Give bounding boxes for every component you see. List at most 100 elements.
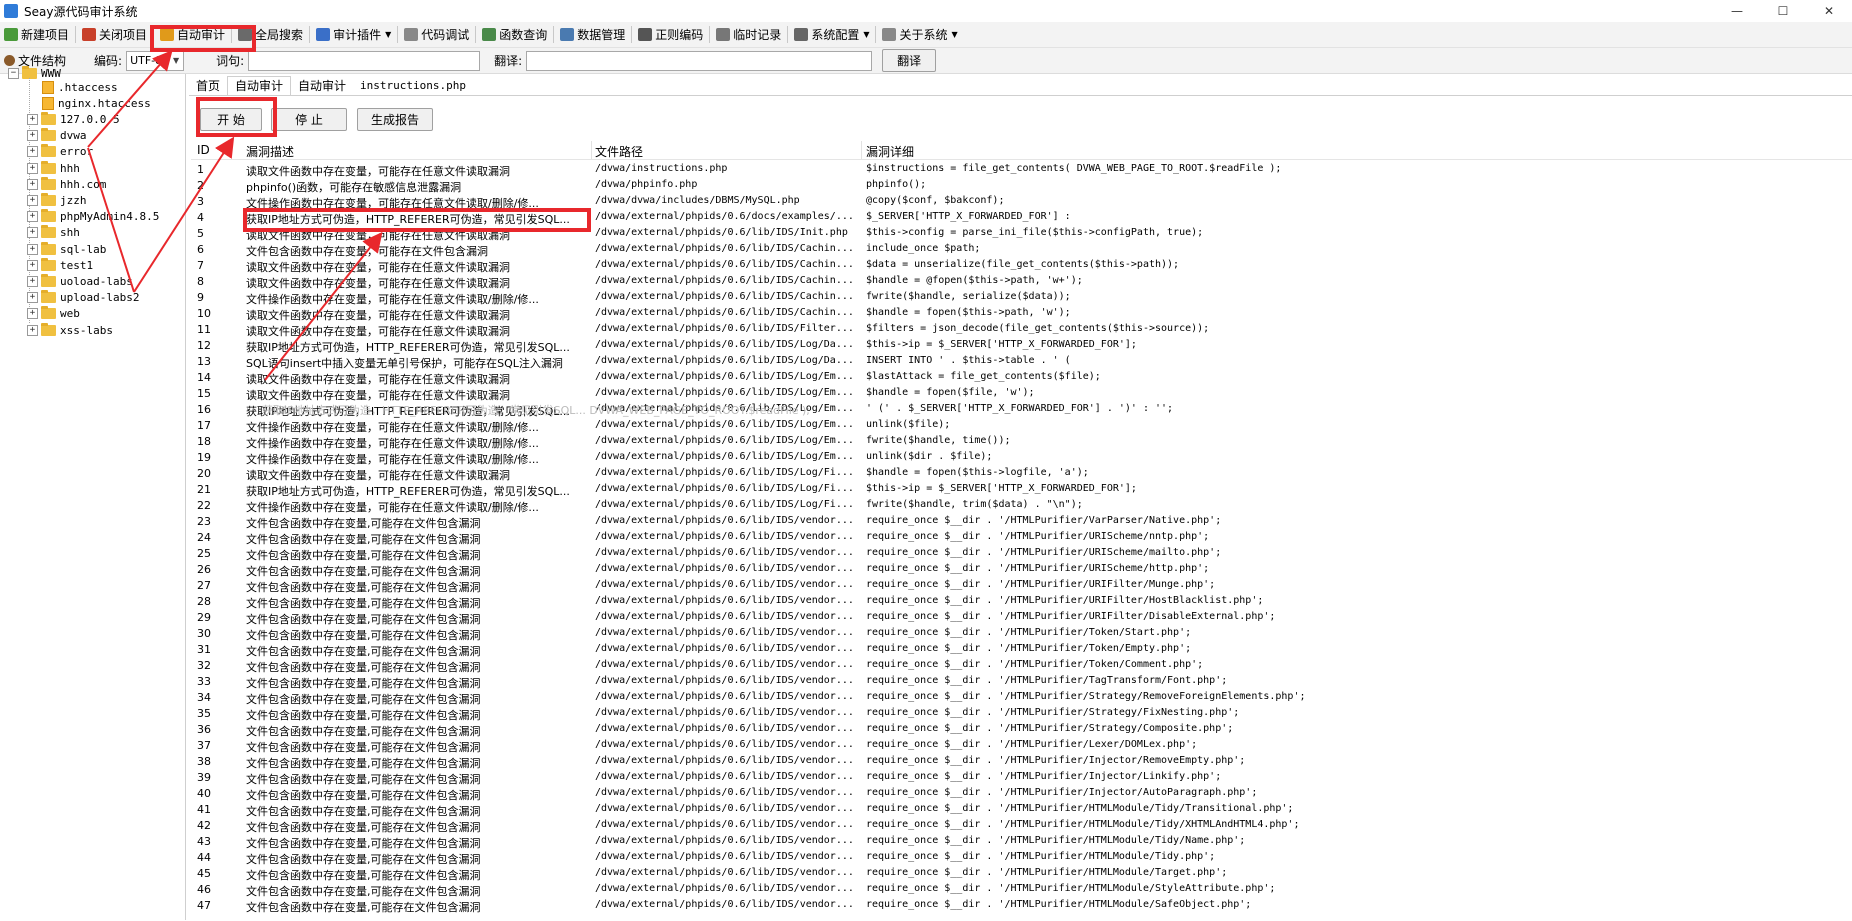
toolbar-item-9[interactable]: 临时记录 [712, 23, 785, 46]
table-row[interactable]: 14 读取文件函数中存在变量，可能存在任意文件读取漏洞/dvwa/external… [191, 370, 1852, 386]
table-row[interactable]: 43 文件包含函数中存在变量,可能存在文件包含漏洞/dvwa/external/p… [191, 834, 1852, 850]
table-row[interactable]: 2 phpinfo()函数，可能存在敏感信息泄露漏洞/dvwa/phpinfo.p… [191, 178, 1852, 194]
table-row[interactable]: 10 读取文件函数中存在变量，可能存在任意文件读取漏洞/dvwa/external… [191, 306, 1852, 322]
table-row[interactable]: 32 文件包含函数中存在变量,可能存在文件包含漏洞/dvwa/external/p… [191, 658, 1852, 674]
table-row[interactable]: 7 读取文件函数中存在变量，可能存在任意文件读取漏洞/dvwa/external/… [191, 258, 1852, 274]
expand-icon[interactable]: + [27, 275, 38, 287]
table-row[interactable]: 33 文件包含函数中存在变量,可能存在文件包含漏洞/dvwa/external/p… [191, 674, 1852, 690]
table-row[interactable]: 24 文件包含函数中存在变量,可能存在文件包含漏洞/dvwa/external/p… [191, 530, 1852, 546]
table-row[interactable]: 37 文件包含函数中存在变量,可能存在文件包含漏洞/dvwa/external/p… [191, 738, 1852, 754]
table-row[interactable]: 30 文件包含函数中存在变量,可能存在文件包含漏洞/dvwa/external/p… [191, 626, 1852, 642]
tree-node[interactable]: + upload-labs2 [27, 290, 139, 306]
table-row[interactable]: 45 文件包含函数中存在变量,可能存在文件包含漏洞/dvwa/external/p… [191, 866, 1852, 882]
table-row[interactable]: 47 文件包含函数中存在变量,可能存在文件包含漏洞/dvwa/external/p… [191, 898, 1852, 914]
stop-button[interactable]: 停 止 [271, 108, 347, 131]
tab-instructions-php[interactable]: instructions.php [353, 77, 473, 95]
tree-node[interactable]: + error [27, 144, 93, 160]
toolbar-item-1[interactable]: 关闭项目 [78, 23, 151, 46]
table-row[interactable]: 9 文件操作函数中存在变量，可能存在任意文件读取/删除/修... /dvwa/ext… [191, 290, 1852, 306]
table-row[interactable]: 26 文件包含函数中存在变量,可能存在文件包含漏洞/dvwa/external/p… [191, 562, 1852, 578]
collapse-icon[interactable]: − [8, 67, 19, 79]
table-row[interactable]: 36 文件包含函数中存在变量,可能存在文件包含漏洞/dvwa/external/p… [191, 722, 1852, 738]
table-row[interactable]: 11 读取文件函数中存在变量，可能存在任意文件读取漏洞/dvwa/external… [191, 322, 1852, 338]
translate-input[interactable] [526, 50, 873, 71]
table-row[interactable]: 1 读取文件函数中存在变量，可能存在任意文件读取漏洞/dvwa/instructi… [191, 162, 1852, 178]
header-desc[interactable]: 漏洞描述 [246, 143, 294, 160]
table-row[interactable]: 20 读取文件函数中存在变量，可能存在任意文件读取漏洞/dvwa/external… [191, 466, 1852, 482]
toolbar-item-8[interactable]: 正则编码 [634, 23, 707, 46]
header-path[interactable]: 文件路径 [595, 143, 643, 160]
table-row[interactable]: 34 文件包含函数中存在变量,可能存在文件包含漏洞/dvwa/external/p… [191, 690, 1852, 706]
table-row[interactable]: 27 文件包含函数中存在变量,可能存在文件包含漏洞/dvwa/external/p… [191, 578, 1852, 594]
tab-auto-audit-2[interactable]: 自动审计 [291, 77, 353, 95]
table-row[interactable]: 17 文件操作函数中存在变量，可能存在任意文件读取/删除/修... /dvwa/ex… [191, 418, 1852, 434]
translate-button[interactable]: 翻译 [882, 49, 937, 72]
table-row[interactable]: 23 文件包含函数中存在变量,可能存在文件包含漏洞/dvwa/external/p… [191, 514, 1852, 530]
table-row[interactable]: 28 文件包含函数中存在变量,可能存在文件包含漏洞/dvwa/external/p… [191, 594, 1852, 610]
table-row[interactable]: 22 文件操作函数中存在变量，可能存在任意文件读取/删除/修... /dvwa/ex… [191, 498, 1852, 514]
tree-node[interactable]: +127.0.0.5 [27, 111, 120, 127]
table-row[interactable]: 29 文件包含函数中存在变量,可能存在文件包含漏洞/dvwa/external/p… [191, 610, 1852, 626]
word-input[interactable] [248, 50, 481, 71]
table-row[interactable]: 19 文件操作函数中存在变量，可能存在任意文件读取/删除/修... /dvwa/ex… [191, 450, 1852, 466]
header-id[interactable]: ID [197, 143, 210, 157]
expand-icon[interactable]: + [27, 178, 38, 190]
table-row[interactable]: 44 文件包含函数中存在变量,可能存在文件包含漏洞/dvwa/external/p… [191, 850, 1852, 866]
expand-icon[interactable]: + [27, 259, 38, 271]
expand-icon[interactable]: + [27, 130, 38, 142]
table-row[interactable]: 12 获取IP地址方式可伪造，HTTP_REFERER可伪造，常见引发SQL...… [191, 338, 1852, 354]
table-row[interactable]: 13 SQL语句insert中插入变量无单引号保护，可能存在SQL注入漏洞/dvw… [191, 354, 1852, 370]
generate-report-button[interactable]: 生成报告 [357, 108, 433, 131]
tree-node[interactable]: + sql-lab [27, 241, 106, 257]
table-row[interactable]: 6 文件包含函数中存在变量，可能存在文件包含漏洞/dvwa/external/ph… [191, 242, 1852, 258]
toolbar-item-5[interactable]: 代码调试 [400, 23, 473, 46]
maximize-button[interactable]: ☐ [1760, 0, 1806, 22]
toolbar-item-0[interactable]: 新建项目 [0, 23, 73, 46]
expand-icon[interactable]: + [27, 194, 38, 206]
toolbar-item-4[interactable]: 审计插件 ▼ [312, 23, 395, 46]
table-row[interactable]: 25 文件包含函数中存在变量,可能存在文件包含漏洞/dvwa/external/p… [191, 546, 1852, 562]
table-row[interactable]: 42 文件包含函数中存在变量,可能存在文件包含漏洞/dvwa/external/p… [191, 818, 1852, 834]
expand-icon[interactable]: + [27, 113, 38, 125]
expand-icon[interactable]: + [27, 243, 38, 255]
table-row[interactable]: 18 文件操作函数中存在变量，可能存在任意文件读取/删除/修... /dvwa/ex… [191, 434, 1852, 450]
tree-node[interactable]: + xss-labs [27, 322, 113, 338]
tree-node[interactable]: + hhh [27, 160, 80, 176]
table-row[interactable]: 8 读取文件函数中存在变量，可能存在任意文件读取漏洞/dvwa/external/… [191, 274, 1852, 290]
tab-auto-audit-1[interactable]: 自动审计 [227, 76, 292, 95]
expand-icon[interactable]: + [27, 146, 38, 158]
table-row[interactable]: 46 文件包含函数中存在变量,可能存在文件包含漏洞/dvwa/external/p… [191, 882, 1852, 898]
table-row[interactable]: 38 文件包含函数中存在变量,可能存在文件包含漏洞/dvwa/external/p… [191, 754, 1852, 770]
toolbar-item-10[interactable]: 系统配置 ▼ [790, 23, 873, 46]
minimize-button[interactable]: — [1714, 0, 1760, 22]
tree-node[interactable]: .htaccess [42, 79, 118, 95]
header-detail[interactable]: 漏洞详细 [866, 143, 914, 160]
table-row[interactable]: 31 文件包含函数中存在变量,可能存在文件包含漏洞/dvwa/external/p… [191, 642, 1852, 658]
tree-node[interactable]: + uoload-labs [27, 273, 133, 289]
table-row[interactable]: 15 读取文件函数中存在变量，可能存在任意文件读取漏洞/dvwa/external… [191, 386, 1852, 402]
tree-node[interactable]: + test1 [27, 257, 93, 273]
expand-icon[interactable]: + [27, 162, 38, 174]
column-divider[interactable] [861, 141, 862, 159]
expand-icon[interactable]: + [27, 324, 38, 336]
close-button[interactable]: ✕ [1806, 0, 1852, 22]
table-row[interactable]: 41 文件包含函数中存在变量,可能存在文件包含漏洞/dvwa/external/p… [191, 802, 1852, 818]
toolbar-item-6[interactable]: 函数查询 [478, 23, 551, 46]
expand-icon[interactable]: + [27, 211, 38, 223]
tree-node[interactable]: + dvwa [27, 128, 87, 144]
expand-icon[interactable]: + [27, 308, 38, 320]
toolbar-item-11[interactable]: 关于系统 ▼ [878, 23, 961, 46]
table-row[interactable]: 21 获取IP地址方式可伪造，HTTP_REFERER可伪造，常见引发SQL...… [191, 482, 1852, 498]
toolbar-item-7[interactable]: 数据管理 [556, 23, 629, 46]
tree-node[interactable]: + web [27, 306, 80, 322]
expand-icon[interactable]: + [27, 227, 38, 239]
table-row[interactable]: 39 文件包含函数中存在变量,可能存在文件包含漏洞/dvwa/external/p… [191, 770, 1852, 786]
expand-icon[interactable]: + [27, 292, 38, 304]
table-row[interactable]: 40 文件包含函数中存在变量,可能存在文件包含漏洞/dvwa/external/p… [191, 786, 1852, 802]
tree-node[interactable]: + hhh.com [27, 176, 106, 192]
table-row[interactable]: 35 文件包含函数中存在变量,可能存在文件包含漏洞/dvwa/external/p… [191, 706, 1852, 722]
tree-node[interactable]: + shh [27, 225, 80, 241]
tree-node[interactable]: nginx.htaccess [42, 95, 151, 111]
tab-home[interactable]: 首页 [189, 77, 227, 95]
tree-node[interactable]: + phpMyAdmin4.8.5 [27, 209, 159, 225]
